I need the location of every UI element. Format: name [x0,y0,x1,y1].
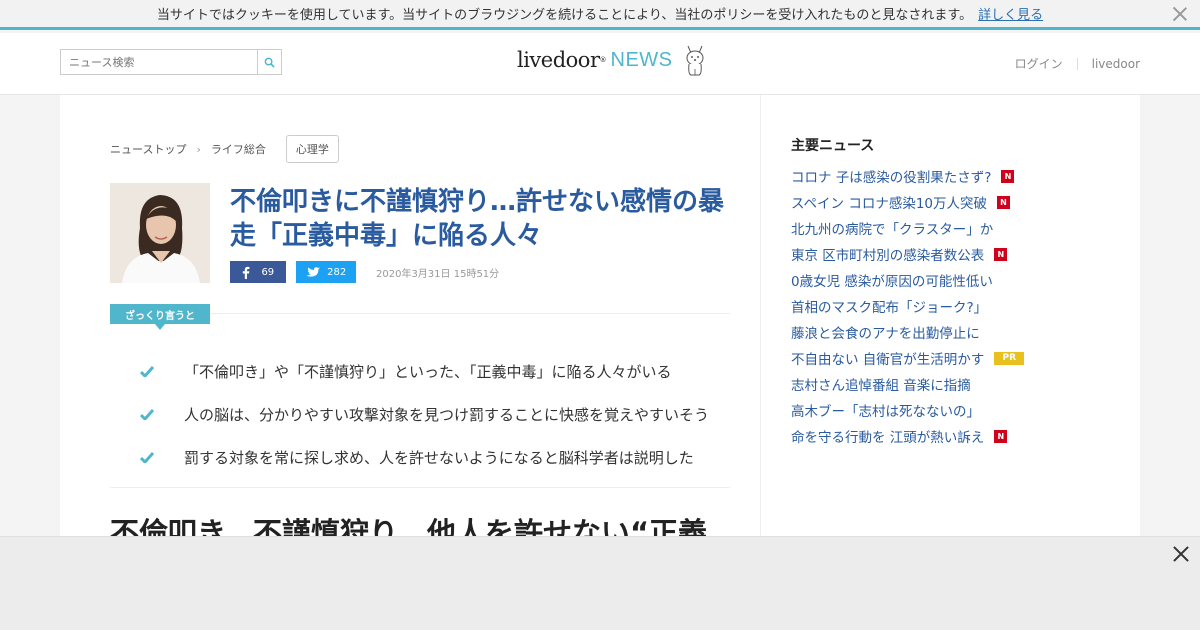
breadcrumb-life[interactable]: ライフ総合 [211,141,266,157]
facebook-icon [242,266,250,279]
news-link[interactable]: 東京 区市町村別の感染者数公表 [791,244,984,264]
news-list-item[interactable]: 高木ブー「志村は死なないの」 [791,397,1024,423]
news-link[interactable]: 首相のマスク配布「ジョーク?」 [791,296,987,316]
summary-text: 罰する対象を常に探し求め、人を許せないようになると脳科学者は説明した [184,449,694,467]
breadcrumb-news-top[interactable]: ニューストップ [110,141,186,157]
news-list-item[interactable]: コロナ 子は感染の役割果たさず? N [791,163,1024,189]
category-tag[interactable]: 心理学 [285,135,339,163]
header-links: ログイン livedoor [1015,55,1140,72]
share-bar: 69 282 2020年3月31日 15時51分 [230,261,499,283]
news-list-item[interactable]: 首相のマスク配布「ジョーク?」 [791,293,1024,319]
twitter-icon [305,266,320,277]
logo-news: NEWS [610,48,673,71]
breadcrumb: ニューストップ › ライフ総合 心理学 [110,135,339,163]
news-link[interactable]: 志村さん追悼番組 音楽に指摘 [791,374,971,394]
news-list-item[interactable]: 不自由ない 自衛官が生活明かす PR [791,345,1025,371]
check-icon [140,366,154,377]
logo-livedoor: livedoor [517,48,600,72]
news-list-item[interactable]: 0歳女児 感染が原因の可能性低い [791,267,1024,293]
new-badge: N [994,247,1008,261]
facebook-count: 69 [261,266,275,278]
site-header: livedoor® NEWS ログイン livedoor [0,33,1200,95]
new-badge: N [994,429,1008,443]
news-list-item[interactable]: 東京 区市町村別の感染者数公表 N [791,241,1024,267]
new-badge: N [1001,169,1015,183]
cookie-message: 当サイトではクッキーを使用しています。当サイトのブラウジングを続けることにより、… [156,8,973,23]
news-list-item[interactable]: 志村さん追悼番組 音楽に指摘 [791,371,1024,397]
summary-divider [210,313,730,314]
livedoor-link[interactable]: livedoor [1092,57,1140,71]
news-link[interactable]: 北九州の病院で「クラスター」か [791,218,993,238]
news-list-item[interactable]: 北九州の病院で「クラスター」か [791,215,1024,241]
news-list-item[interactable]: 藤浪と会食のアナを出勤停止に [791,319,1024,345]
news-link[interactable]: コロナ 子は感染の役割果たさず? [791,166,991,186]
summary-item: 「不倫叩き」や「不謹慎狩り」といった、「正義中毒」に陥る人々がいる [140,350,709,393]
header-divider [1076,57,1078,70]
article-title: 不倫叩きに不謹慎狩り…許せない感情の暴走「正義中毒」に陥る人々 [230,187,725,251]
ad-overlay [0,536,1200,630]
sidebar-title: 主要ニュース [791,138,875,154]
content-divider [110,487,730,488]
news-link[interactable]: 不自由ない 自衛官が生活明かす [791,348,984,368]
site-logo[interactable]: livedoor ® NEWS [517,43,707,77]
summary-item: 人の脳は、分かりやすい攻撃対象を見つけ罰することに快感を覚えやすいそう [140,393,709,436]
news-list-item[interactable]: スペイン コロナ感染10万人突破 N [791,189,1024,215]
news-link[interactable]: 高木ブー「志村は死なないの」 [791,400,980,420]
login-link[interactable]: ログイン [1015,55,1063,72]
publish-date: 2020年3月31日 15時51分 [376,268,500,280]
twitter-share-button[interactable]: 282 [296,261,356,283]
twitter-count: 282 [327,266,347,278]
logo-registered-mark: ® [599,56,607,64]
author-photo [110,183,210,283]
news-link[interactable]: スペイン コロナ感染10万人突破 [791,192,987,212]
news-link[interactable]: 0歳女児 感染が原因の可能性低い [791,270,993,290]
dog-mascot-icon [686,45,703,76]
news-link[interactable]: 藤浪と会食のアナを出勤停止に [791,322,980,342]
close-icon[interactable] [1170,4,1190,24]
top-news-list: コロナ 子は感染の役割果たさず? N スペイン コロナ感染10万人突破 N 北九州の病院… [791,163,1025,449]
search-button[interactable] [257,50,281,74]
check-icon [140,409,154,420]
check-icon [140,452,154,463]
new-badge: N [997,195,1011,209]
cookie-details-link[interactable]: 詳しく見る [978,4,1043,23]
summary-item: 罰する対象を常に探し求め、人を許せないようになると脳科学者は説明した [140,436,709,479]
search-icon [264,57,275,68]
summary-text: 「不倫叩き」や「不謹慎狩り」といった、「正義中毒」に陥る人々がいる [184,363,672,381]
search-input[interactable] [61,50,257,74]
cookie-banner: 当サイトではクッキーを使用しています。当サイトのブラウジングを続けることにより、… [0,0,1200,30]
facebook-share-button[interactable]: 69 [230,261,286,283]
breadcrumb-separator: › [196,142,201,156]
article-thumbnail [110,183,210,283]
news-search [60,49,282,75]
news-list-item[interactable]: 命を守る行動を 江頭が熱い訴え N [791,423,1024,449]
summary-label: ざっくり言うと [110,304,210,330]
summary-text: 人の脳は、分かりやすい攻撃対象を見つけ罰することに快感を覚えやすいそう [184,406,710,424]
summary-list: 「不倫叩き」や「不謹慎狩り」といった、「正義中毒」に陥る人々がいる 人の脳は、分… [140,350,709,479]
news-link[interactable]: 命を守る行動を 江頭が熱い訴え [791,426,984,446]
pr-badge: PR [994,351,1025,365]
close-icon[interactable] [1172,545,1190,563]
